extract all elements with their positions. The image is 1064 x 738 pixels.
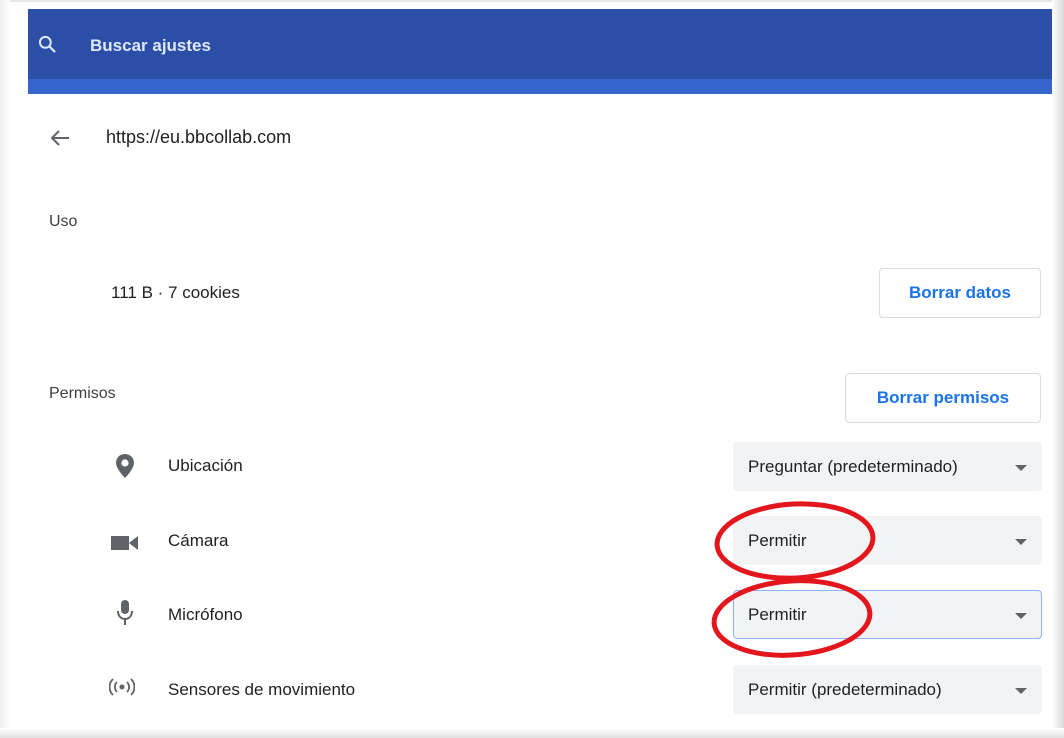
- frame-left-edge: [0, 0, 10, 738]
- clear-data-button[interactable]: Borrar datos: [879, 268, 1041, 318]
- clear-permissions-button[interactable]: Borrar permisos: [845, 373, 1041, 423]
- motion-sensors-icon: [109, 678, 135, 696]
- microphone-icon: [117, 600, 133, 625]
- chevron-down-icon: [1015, 465, 1027, 471]
- chevron-down-icon: [1015, 688, 1027, 694]
- permissions-heading: Permisos: [49, 385, 116, 402]
- frame-bottom-edge: [0, 728, 1064, 738]
- location-permission-select[interactable]: Preguntar (predeterminado): [733, 442, 1042, 491]
- usage-summary: 111 B · 7 cookies: [111, 283, 240, 302]
- location-permission-value: Preguntar (predeterminado): [748, 457, 958, 476]
- search-input[interactable]: Buscar ajustes: [90, 36, 211, 56]
- frame-right-edge: [1052, 0, 1064, 738]
- permission-label-location: Ubicación: [168, 456, 243, 475]
- permission-label-motion-sensors: Sensores de movimiento: [168, 680, 356, 699]
- microphone-permission-select[interactable]: Permitir: [733, 590, 1042, 639]
- location-pin-icon: [116, 454, 134, 478]
- camera-icon: [111, 536, 138, 550]
- usage-heading: Uso: [49, 213, 78, 230]
- motion-sensors-permission-value: Permitir (predeterminado): [748, 680, 942, 699]
- motion-sensors-permission-select[interactable]: Permitir (predeterminado): [733, 665, 1042, 714]
- permission-label-microphone: Micrófono: [168, 605, 243, 624]
- site-url: https://eu.bbcollab.com: [106, 127, 292, 147]
- header-band: [28, 79, 1052, 94]
- search-icon[interactable]: [37, 34, 57, 54]
- permission-label-camera: Cámara: [168, 531, 229, 550]
- chevron-down-icon: [1015, 539, 1027, 545]
- camera-permission-select[interactable]: Permitir: [733, 516, 1042, 565]
- arrow-back-icon[interactable]: [48, 126, 72, 150]
- chevron-down-icon: [1015, 613, 1027, 619]
- frame-top-edge: [0, 0, 1064, 2]
- microphone-permission-value: Permitir: [748, 605, 807, 624]
- camera-permission-value: Permitir: [748, 531, 807, 550]
